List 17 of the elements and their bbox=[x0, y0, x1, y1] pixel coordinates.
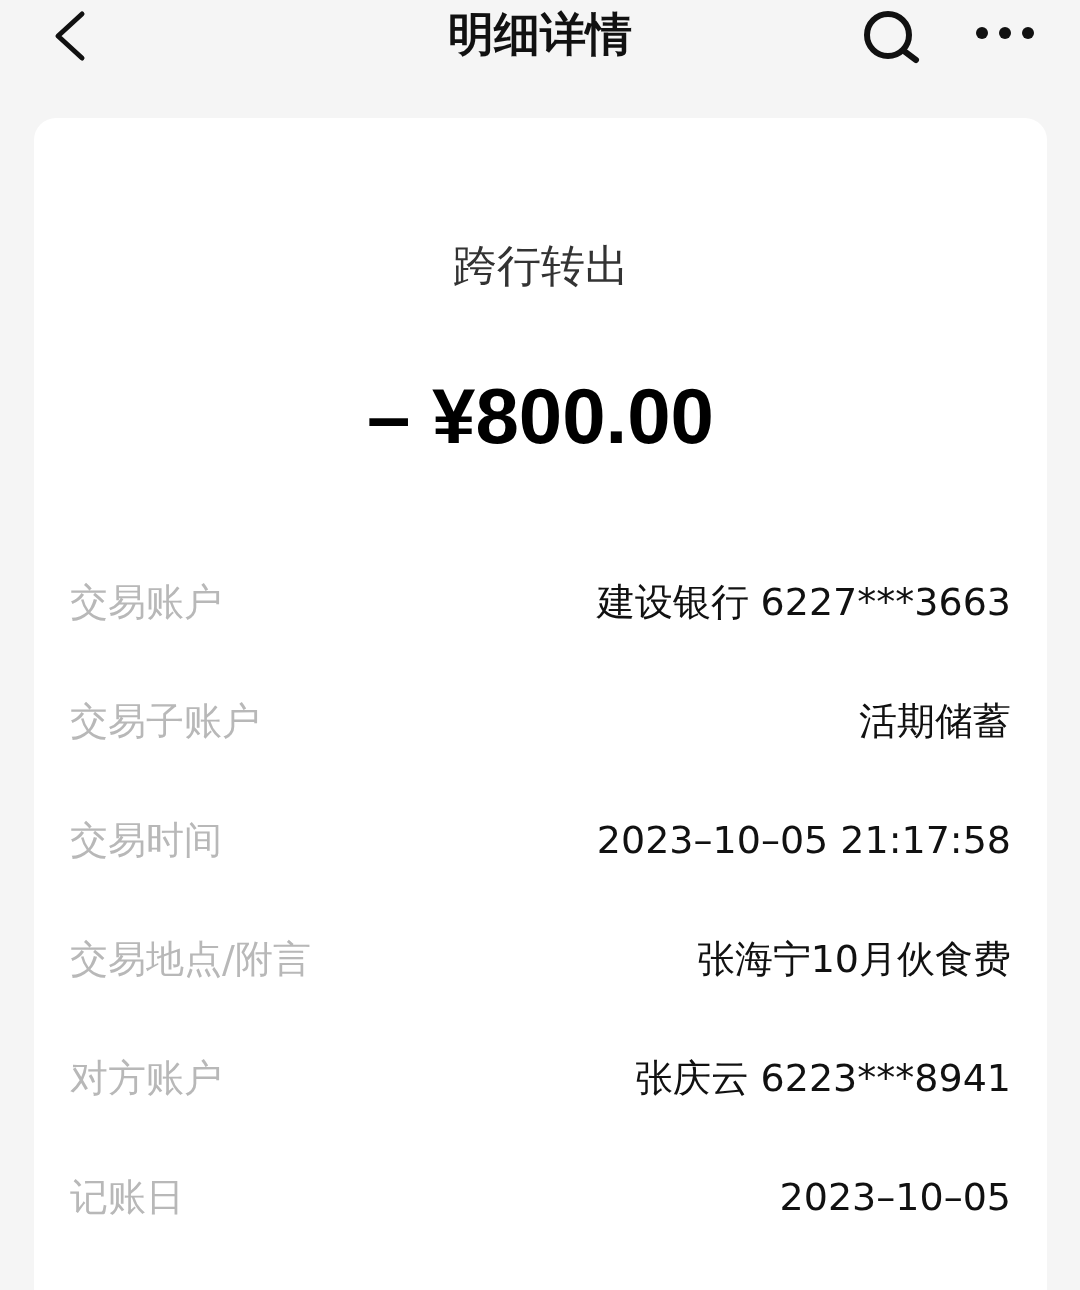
detail-value: 2023–10–05 21:17:58 bbox=[596, 818, 1011, 862]
detail-label: 交易子账户 bbox=[70, 697, 260, 745]
detail-label: 交易地点/附言 bbox=[70, 935, 311, 983]
detail-label: 交易时间 bbox=[70, 816, 222, 864]
detail-value: 建设银行 6227***3663 bbox=[596, 578, 1011, 626]
amount: – ¥800.00 bbox=[367, 371, 714, 462]
detail-value: 张庆云 6223***8941 bbox=[634, 1054, 1011, 1102]
more-icon[interactable] bbox=[974, 25, 1036, 41]
page-title: 明细详情 bbox=[448, 7, 632, 61]
detail-label: 交易账户 bbox=[70, 578, 222, 626]
detail-label: 对方账户 bbox=[70, 1054, 222, 1102]
transaction-type: 跨行转出 bbox=[452, 239, 629, 293]
search-icon[interactable] bbox=[862, 10, 920, 64]
detail-value: 张海宁10月伙食费 bbox=[696, 935, 1011, 983]
detail-value: 2023–10–05 bbox=[779, 1175, 1011, 1219]
detail-value: 活期储蓄 bbox=[859, 697, 1011, 745]
detail-label: 记账日 bbox=[70, 1173, 184, 1221]
